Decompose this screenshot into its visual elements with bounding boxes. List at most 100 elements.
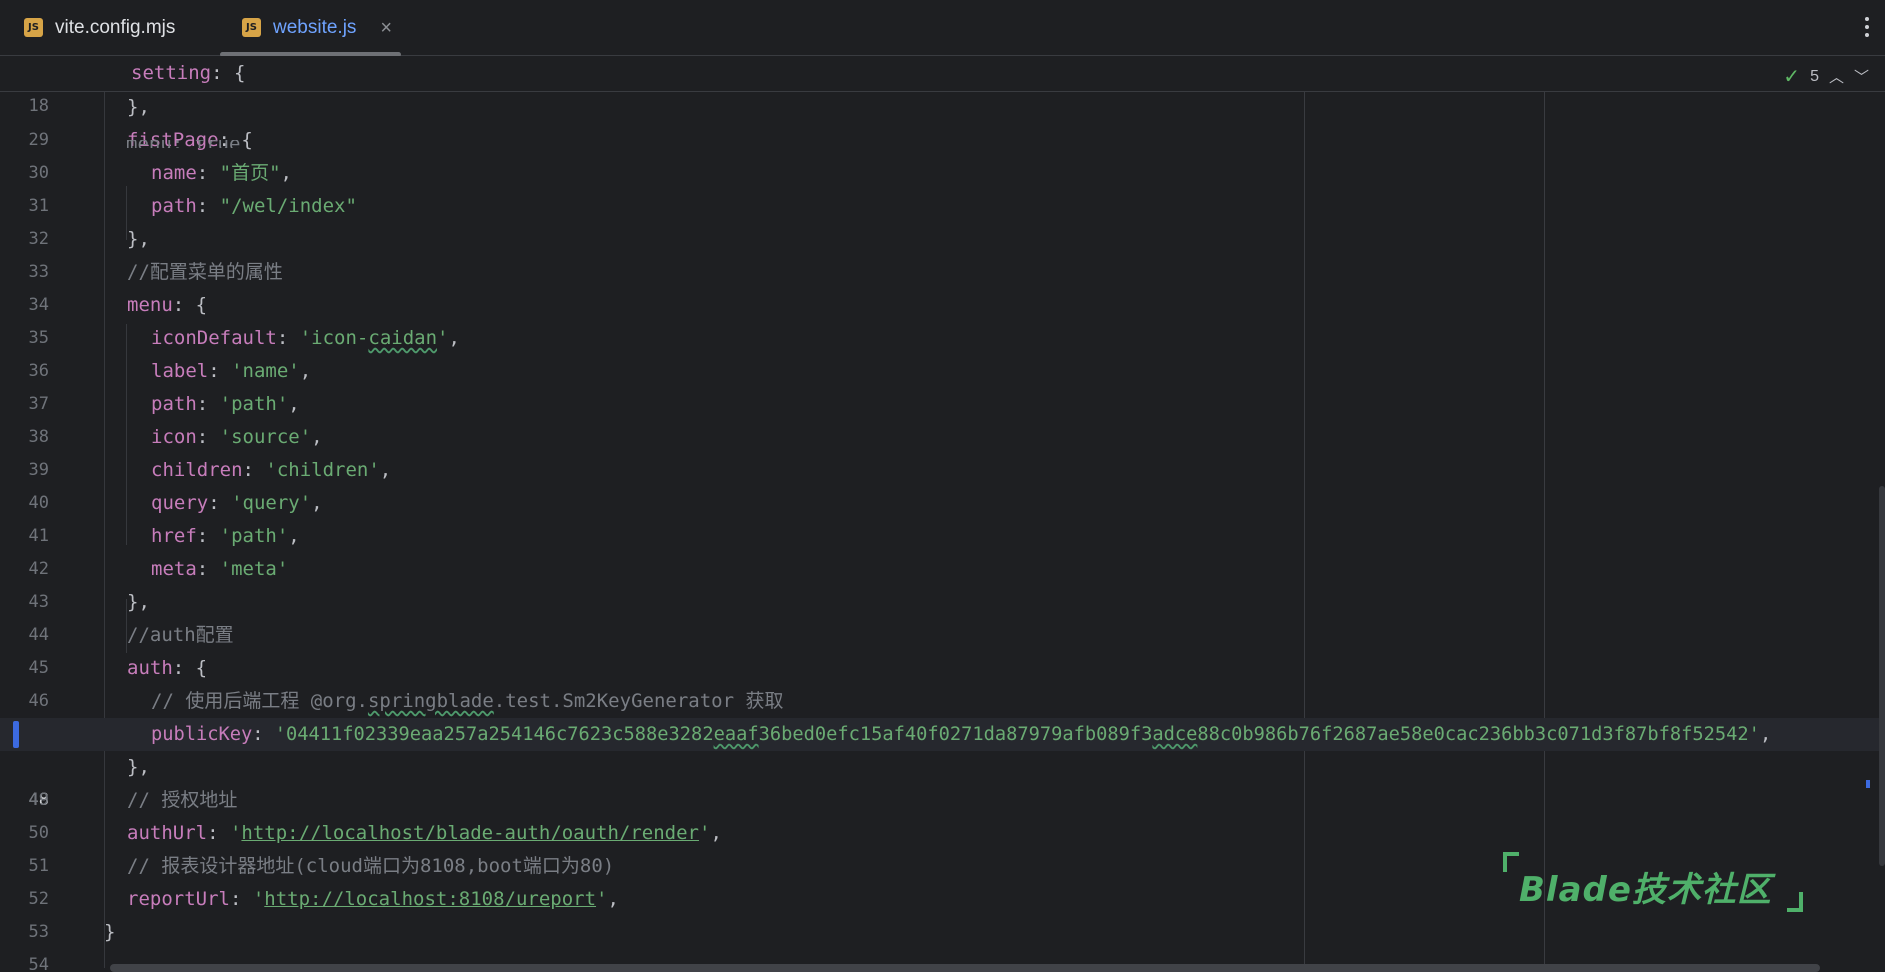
- string-literal: 'name': [231, 360, 300, 382]
- punctuation: :: [276, 327, 300, 349]
- url-link[interactable]: http://localhost:8108/ureport: [264, 888, 596, 910]
- punctuation: :: [196, 393, 220, 415]
- spelling-flagged-word: caidan: [368, 327, 438, 349]
- property-name: authUrl: [127, 822, 208, 844]
- comment: //配置菜单的属性: [127, 261, 283, 283]
- inspection-count: 5: [1810, 67, 1819, 85]
- js-file-icon: JS: [24, 17, 43, 37]
- string-quote: ': [596, 888, 608, 910]
- code-line[interactable]: 34 //配置菜单的属性: [0, 256, 1885, 315]
- property-name: path: [151, 195, 197, 217]
- code-line[interactable]: 50 // 授权地址: [0, 784, 1885, 843]
- property-name: reportUrl: [127, 888, 230, 910]
- punctuation: ,: [379, 459, 392, 481]
- punctuation: :: [207, 822, 230, 844]
- code-line[interactable]: 44 },: [0, 586, 1885, 645]
- punctuation: : {: [211, 62, 246, 84]
- code-line[interactable]: 35 menu: {: [0, 289, 1885, 348]
- string-literal: 'meta': [219, 558, 289, 580]
- current-code-line[interactable]: 48 publicKey: '04411f02339eaa257a254146c…: [0, 718, 1885, 810]
- punctuation: :: [196, 426, 220, 448]
- watermark-logo: Blade技术社区: [1503, 848, 1803, 912]
- change-marker[interactable]: [13, 721, 19, 748]
- punctuation: ,: [1759, 724, 1772, 745]
- code-line[interactable]: 32 path: "/wel/index": [0, 190, 1885, 249]
- punctuation: :: [196, 558, 220, 580]
- code-line[interactable]: 49 },: [0, 751, 1885, 810]
- property-name: query: [151, 492, 209, 514]
- code-line[interactable]: 33 },: [0, 223, 1885, 282]
- code-editor[interactable]: 18 setting: { ✓ 5 ︿ ﹀ menu: true 29 }, 3…: [0, 56, 1885, 972]
- code-line[interactable]: 47 // 使用后端工程 @org.springblade.test.Sm2Ke…: [0, 685, 1885, 744]
- code-line[interactable]: 51 authUrl: 'http://localhost/blade-auth…: [0, 817, 1885, 876]
- comment: // 授权地址: [127, 789, 238, 811]
- code-line[interactable]: 46 auth: {: [0, 652, 1885, 711]
- tab-label: website.js: [273, 17, 357, 38]
- inspection-widget[interactable]: ✓ 5 ︿ ﹀: [1783, 64, 1869, 89]
- code-line[interactable]: 40 children: 'children',: [0, 454, 1885, 513]
- property-name: href: [151, 525, 197, 547]
- comment: // 使用后端工程 @org.: [151, 690, 368, 712]
- comment: .test.Sm2KeyGenerator 获取: [493, 690, 784, 712]
- punctuation: :: [196, 195, 220, 217]
- line-number: 54: [28, 955, 49, 972]
- code-line[interactable]: 30 fistPage: {: [0, 124, 1885, 183]
- string-literal: ': [437, 327, 449, 349]
- vertical-scrollbar[interactable]: [1879, 486, 1885, 866]
- code-line[interactable]: 37 label: 'name',: [0, 355, 1885, 414]
- more-options-icon[interactable]: [1861, 12, 1873, 42]
- line-number: 18: [28, 96, 49, 116]
- code-line[interactable]: 36 iconDefault: 'icon-caidan',: [0, 322, 1885, 381]
- property-name: meta: [151, 558, 197, 580]
- error-stripe-marker[interactable]: [1866, 780, 1870, 788]
- code-line[interactable]: 29 },: [0, 91, 1885, 150]
- code-line[interactable]: 31 name: "首页",: [0, 157, 1885, 216]
- horizontal-scrollbar[interactable]: [110, 964, 1820, 972]
- chevron-up-icon[interactable]: ︿: [1829, 66, 1844, 87]
- code-line[interactable]: 54 }: [0, 916, 1885, 972]
- property-name: publicKey: [151, 724, 253, 745]
- punctuation: :: [229, 888, 253, 910]
- tab-vite-config[interactable]: JS vite.config.mjs: [0, 0, 218, 56]
- code-line[interactable]: 41 query: 'query',: [0, 487, 1885, 546]
- close-icon[interactable]: ×: [380, 17, 392, 40]
- string-quote: ': [229, 822, 242, 844]
- property-name: label: [151, 360, 209, 382]
- punctuation: ,: [299, 360, 312, 382]
- property-name: path: [151, 393, 197, 415]
- string-literal: '04411f02339eaa257a254146c7623c588e3282: [274, 724, 714, 745]
- tab-website-js[interactable]: JS website.js ×: [218, 0, 401, 57]
- code-line[interactable]: 39 icon: 'source',: [0, 421, 1885, 480]
- punctuation: ,: [311, 492, 323, 514]
- punctuation: },: [127, 96, 150, 118]
- code-line[interactable]: 38 path: 'path',: [0, 388, 1885, 447]
- punctuation: :: [208, 492, 232, 514]
- string-literal: 'children': [265, 459, 380, 481]
- url-link[interactable]: http://localhost/blade-auth/oauth/render: [241, 822, 699, 844]
- sticky-line: 18 setting: {: [0, 57, 1885, 116]
- code-line[interactable]: 45 //auth配置: [0, 619, 1885, 678]
- string-quote: ': [698, 822, 711, 844]
- js-file-icon: JS: [242, 17, 261, 37]
- string-literal: 'query': [231, 492, 312, 514]
- spelling-flagged-word: springblade: [367, 690, 494, 712]
- punctuation: :: [208, 360, 232, 382]
- punctuation: :: [242, 459, 266, 481]
- code-line[interactable]: 42 href: 'path',: [0, 520, 1885, 579]
- chevron-down-icon[interactable]: ﹀: [1854, 66, 1869, 87]
- comment: //auth配置: [127, 624, 234, 646]
- property-name: name: [151, 162, 197, 184]
- punctuation: ,: [448, 327, 460, 349]
- partially-hidden-line: menu: true: [126, 140, 240, 148]
- string-literal: 36bed0efc15af40f0271da87979afb089f3: [758, 724, 1153, 745]
- checkmark-icon: ✓: [1783, 66, 1801, 88]
- punctuation: }: [104, 921, 116, 943]
- punctuation: ,: [280, 162, 292, 184]
- code-line[interactable]: 43 meta: 'meta': [0, 553, 1885, 612]
- property-name: setting: [131, 62, 212, 84]
- string-literal: 'path': [219, 393, 289, 415]
- spelling-flagged-word: eaaf: [713, 724, 759, 745]
- punctuation: ,: [311, 426, 323, 448]
- sticky-scroll-header[interactable]: 18 setting: {: [0, 56, 1885, 116]
- editor-tab-bar: JS vite.config.mjs JS website.js ×: [0, 0, 1885, 57]
